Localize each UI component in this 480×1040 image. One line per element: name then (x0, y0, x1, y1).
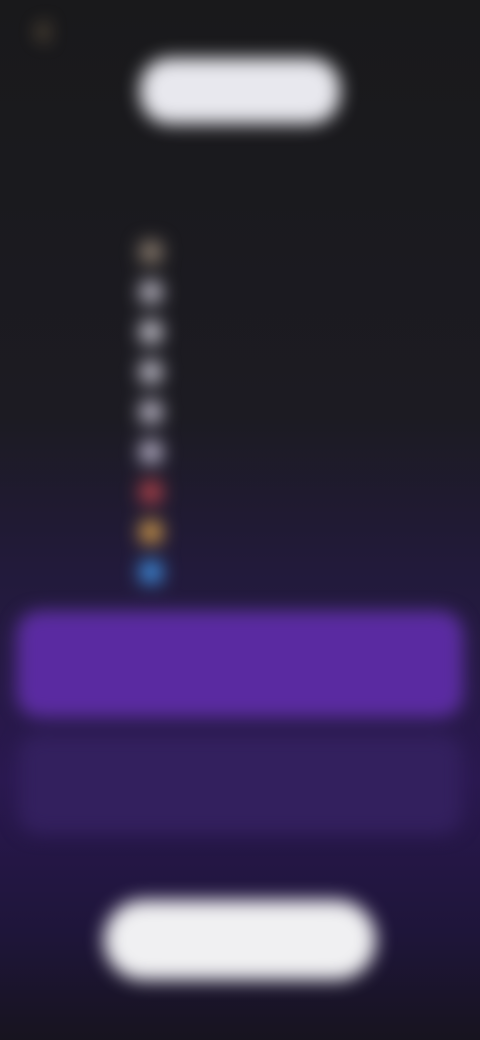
plan-option[interactable] (18, 734, 462, 834)
feature-list (140, 232, 380, 592)
feature-icon (140, 521, 162, 543)
feature-icon (140, 401, 162, 423)
feature-item (140, 512, 380, 552)
feature-icon (140, 321, 162, 343)
feature-item (140, 232, 380, 272)
feature-item (140, 432, 380, 472)
feature-icon (140, 561, 162, 583)
top-bar (0, 14, 480, 50)
feature-icon (140, 441, 162, 463)
feature-item (140, 392, 380, 432)
continue-button[interactable] (104, 900, 376, 980)
feature-item (140, 352, 380, 392)
feature-item (140, 472, 380, 512)
feature-item (140, 552, 380, 592)
back-icon[interactable] (32, 20, 56, 44)
feature-icon (140, 241, 162, 263)
plan-option-selected[interactable] (18, 612, 462, 716)
feature-icon (140, 361, 162, 383)
feature-icon (140, 281, 162, 303)
paywall-screen (0, 0, 480, 1040)
feature-item (140, 272, 380, 312)
hero-badge (140, 58, 340, 124)
feature-item (140, 312, 380, 352)
feature-icon (140, 481, 162, 503)
